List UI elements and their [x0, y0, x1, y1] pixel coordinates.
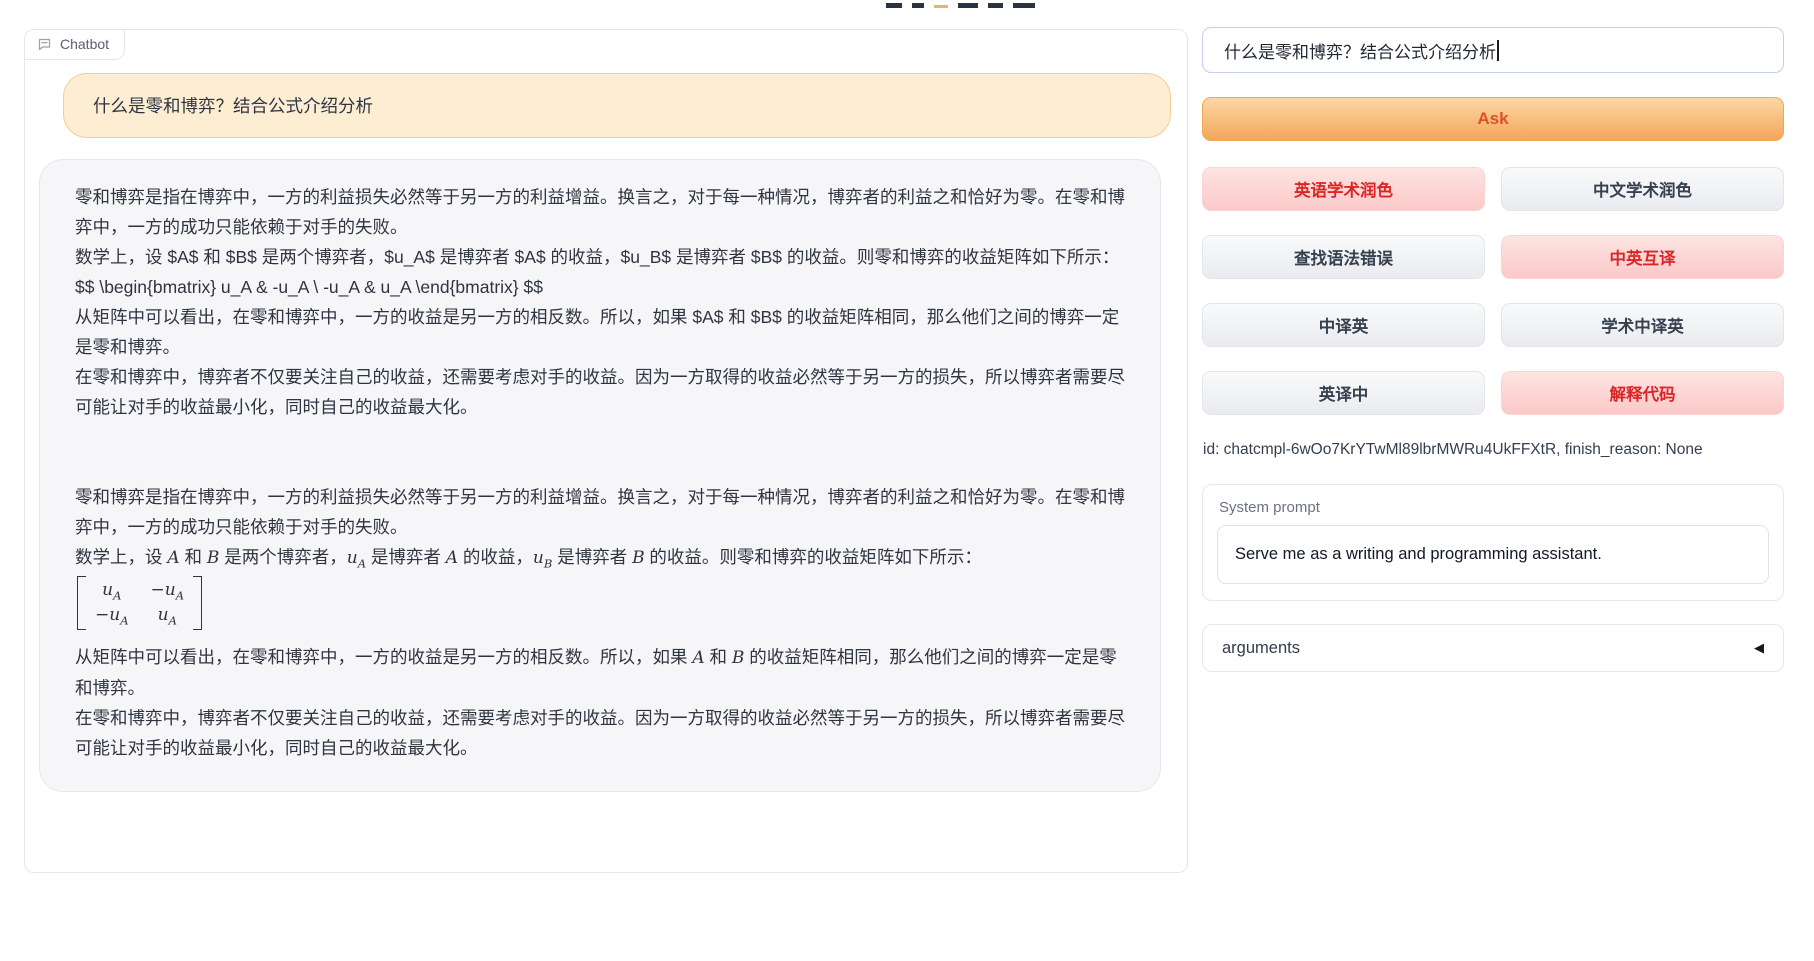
quick-button-1[interactable]: 英语学术润色 [1202, 167, 1485, 211]
chatbot-label: Chatbot [25, 30, 125, 60]
quick-button-2[interactable]: 中文学术润色 [1501, 167, 1784, 211]
bot-message-paragraph: 数学上，设 A 和 B 是两个博弈者，uA 是博弈者 A 的收益，uB 是博弈者… [75, 542, 1125, 573]
clipped-page-title [886, 0, 1035, 8]
arguments-accordion-label: arguments [1222, 639, 1300, 658]
user-message-bubble: 什么是零和博弈？结合公式介绍分析 [63, 73, 1171, 138]
quick-button-6[interactable]: 学术中译英 [1501, 303, 1784, 347]
quick-button-5[interactable]: 中译英 [1202, 303, 1485, 347]
chat-bubble-icon [37, 37, 52, 52]
bot-message-paragraph: 零和博弈是指在博弈中，一方的利益损失必然等于另一方的利益增益。换言之，对于每一种… [75, 482, 1125, 542]
payoff-matrix: uA−uA−uAuA [77, 576, 1125, 639]
quick-buttons-grid: 英语学术润色中文学术润色查找语法错误中英互译中译英学术中译英英译中解释代码 [1202, 167, 1784, 415]
bot-message-paragraph: 在零和博弈中，博弈者不仅要关注自己的收益，还需要考虑对手的收益。因为一方取得的收… [75, 362, 1125, 422]
question-input[interactable]: 什么是零和博弈？结合公式介绍分析 [1202, 27, 1784, 73]
user-message-text: 什么是零和博弈？结合公式介绍分析 [93, 93, 373, 118]
collapse-triangle-icon: ◀ [1754, 640, 1764, 656]
quick-button-8[interactable]: 解释代码 [1501, 371, 1784, 415]
bot-message-paragraph: 从矩阵中可以看出，在零和博弈中，一方的收益是另一方的相反数。所以，如果 A 和 … [75, 642, 1125, 703]
chatbot-label-text: Chatbot [60, 36, 109, 52]
bot-message-paragraph: $$ \begin{bmatrix} u_A & -u_A \ -u_A & u… [75, 272, 1125, 302]
bot-message-content: 零和博弈是指在博弈中，一方的利益损失必然等于另一方的利益增益。换言之，对于每一种… [75, 182, 1125, 763]
app-root: Chatbot 什么是零和博弈？结合公式介绍分析 零和博弈是指在博弈中，一方的利… [0, 0, 1814, 961]
system-prompt-input[interactable]: Serve me as a writing and programming as… [1217, 525, 1769, 584]
bot-message-paragraph: 数学上，设 $A$ 和 $B$ 是两个博弈者，$u_A$ 是博弈者 $A$ 的收… [75, 242, 1125, 272]
text-cursor [1497, 40, 1499, 61]
bot-message-paragraph: 从矩阵中可以看出，在零和博弈中，一方的收益是另一方的相反数。所以，如果 $A$ … [75, 302, 1125, 362]
quick-button-4[interactable]: 中英互译 [1501, 235, 1784, 279]
quick-button-3[interactable]: 查找语法错误 [1202, 235, 1485, 279]
ask-button[interactable]: Ask [1202, 97, 1784, 141]
system-prompt-label: System prompt [1219, 499, 1769, 516]
bot-message-paragraph: 零和博弈是指在博弈中，一方的利益损失必然等于另一方的利益增益。换言之，对于每一种… [75, 182, 1125, 242]
quick-button-7[interactable]: 英译中 [1202, 371, 1485, 415]
chatbot-panel: Chatbot 什么是零和博弈？结合公式介绍分析 零和博弈是指在博弈中，一方的利… [24, 29, 1188, 873]
system-prompt-value: Serve me as a writing and programming as… [1235, 545, 1602, 564]
bot-message-bubble: 零和博弈是指在博弈中，一方的利益损失必然等于另一方的利益增益。换言之，对于每一种… [39, 159, 1161, 792]
bot-message-paragraph: 在零和博弈中，博弈者不仅要关注自己的收益，还需要考虑对手的收益。因为一方取得的收… [75, 703, 1125, 763]
question-input-value: 什么是零和博弈？结合公式介绍分析 [1224, 38, 1496, 63]
message-gap [75, 422, 1125, 482]
arguments-accordion[interactable]: arguments ◀ [1202, 624, 1784, 672]
system-prompt-card: System prompt Serve me as a writing and … [1202, 484, 1784, 601]
completion-status-text: id: chatcmpl-6wOo7KrYTwMl89lbrMWRu4UkFFX… [1203, 441, 1703, 459]
